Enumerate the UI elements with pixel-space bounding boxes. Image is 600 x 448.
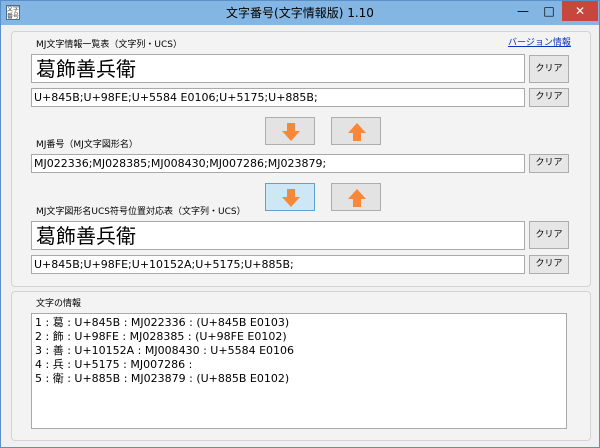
- char-info-label: 文字の情報: [36, 299, 82, 309]
- close-button[interactable]: ✕: [562, 1, 598, 21]
- list-item: 1 : 葛 : U+845B : MJ022336 : (U+845B E010…: [35, 316, 290, 329]
- clear-mj-text-button[interactable]: クリア: [529, 55, 569, 83]
- title-bar[interactable]: 文字番号 文字番号(文字情報版) 1.10 — □ ✕: [1, 1, 599, 25]
- convert-down-button-2[interactable]: [265, 183, 315, 211]
- mj-ucs-field[interactable]: U+845B;U+98FE;U+5584 E0106;U+5175;U+885B…: [31, 88, 525, 107]
- list-item: 2 : 飾 : U+98FE : MJ028385 : (U+98FE E010…: [35, 330, 287, 343]
- version-info-link[interactable]: バージョン情報: [508, 37, 571, 49]
- mj-list-label: MJ文字情報一覧表（文字列・UCS）: [36, 40, 183, 50]
- mj-number-field[interactable]: MJ022336;MJ028385;MJ008430;MJ007286;MJ02…: [31, 154, 525, 173]
- char-info-list[interactable]: 1 : 葛 : U+845B : MJ022336 : (U+845B E010…: [31, 313, 567, 429]
- mj-text-field[interactable]: 葛飾善兵衛: [31, 54, 525, 83]
- down-arrow-icon: [282, 189, 300, 207]
- mj-ucs-table-label: MJ文字図形名UCS符号位置対応表（文字列・UCS）: [36, 207, 246, 217]
- convert-up-button[interactable]: [331, 117, 381, 145]
- up-arrow-icon: [348, 123, 366, 141]
- clear-ucs-code-button[interactable]: クリア: [529, 255, 569, 274]
- list-item: 4 : 兵 : U+5175 : MJ007286 :: [35, 358, 193, 371]
- app-window: 文字番号 文字番号(文字情報版) 1.10 — □ ✕ MJ文字情報一覧表（文字…: [0, 0, 600, 448]
- ucs-code-field[interactable]: U+845B;U+98FE;U+10152A;U+5175;U+885B;: [31, 255, 525, 274]
- clear-mj-number-button[interactable]: クリア: [529, 154, 569, 173]
- down-arrow-icon: [282, 123, 300, 141]
- clear-mj-ucs-button[interactable]: クリア: [529, 88, 569, 107]
- ucs-text-field[interactable]: 葛飾善兵衛: [31, 221, 525, 250]
- up-arrow-icon: [348, 189, 366, 207]
- minimize-button[interactable]: —: [510, 1, 536, 21]
- list-item: 3 : 善 : U+10152A : MJ008430 : U+5584 E01…: [35, 344, 295, 357]
- clear-ucs-text-button[interactable]: クリア: [529, 221, 569, 249]
- maximize-button[interactable]: □: [536, 1, 562, 21]
- list-item: 5 : 衛 : U+885B : MJ023879 : (U+885B E010…: [35, 372, 290, 385]
- mj-number-label: MJ番号（MJ文字図形名）: [36, 140, 138, 150]
- convert-down-button[interactable]: [265, 117, 315, 145]
- convert-up-button-2[interactable]: [331, 183, 381, 211]
